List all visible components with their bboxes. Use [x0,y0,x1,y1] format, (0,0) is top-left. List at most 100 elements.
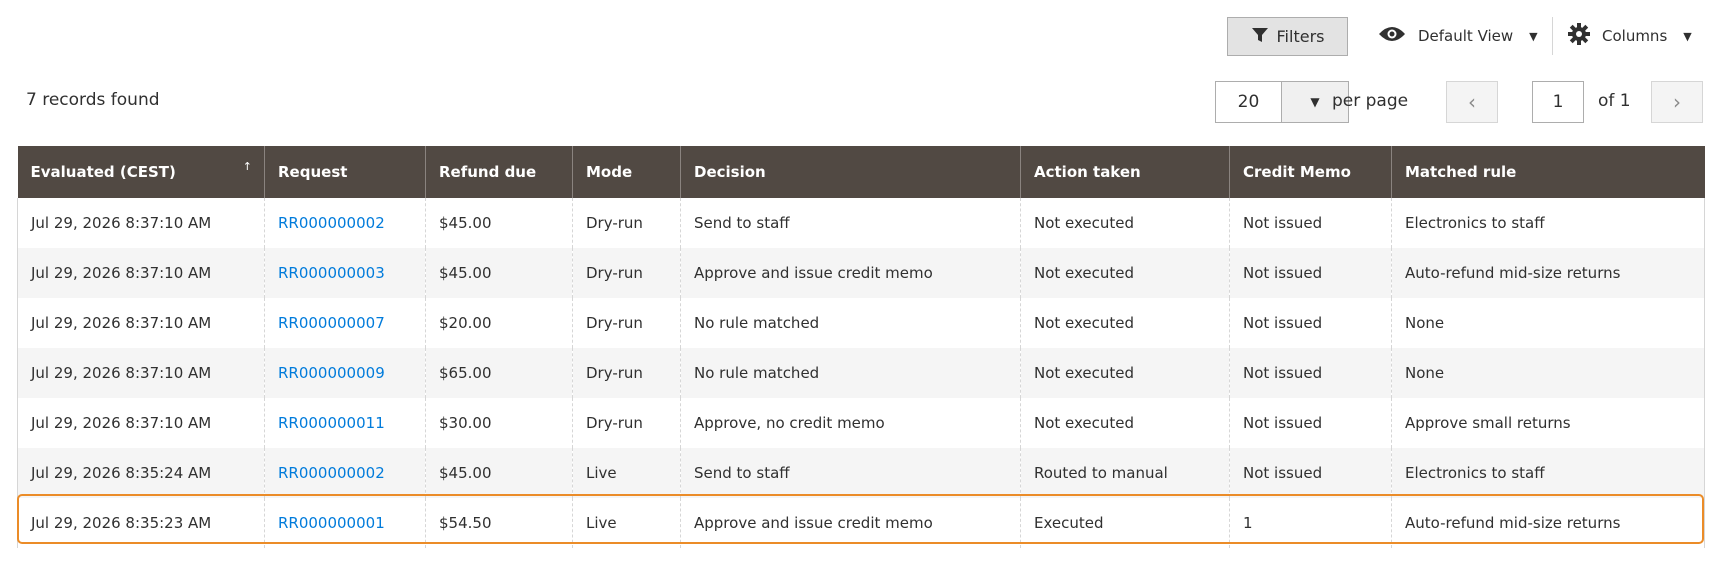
cell-refund-due: $45.00 [425,198,573,248]
toolbar-divider [1552,17,1553,55]
cell-decision: Approve and issue credit memo [680,248,1021,298]
cell-action-taken: Not executed [1020,398,1230,448]
cell-credit-memo: Not issued [1229,398,1392,448]
filters-label: Filters [1276,27,1325,46]
cell-mode: Dry-run [572,398,681,448]
request-link[interactable]: RR000000009 [278,364,385,382]
request-link[interactable]: RR000000002 [278,464,385,482]
cell-credit-memo: Not issued [1229,298,1392,348]
column-header-mode[interactable]: Mode [572,146,681,198]
cell-mode: Live [572,448,681,498]
default-view-label: Default View [1418,27,1514,45]
cell-request: RR000000001 [264,498,426,548]
funnel-icon [1251,26,1269,48]
column-header-matched-rule[interactable]: Matched rule [1391,146,1705,198]
cell-decision: Send to staff [680,448,1021,498]
cell-request: RR000000002 [264,448,426,498]
filters-button[interactable]: Filters [1227,17,1348,56]
columns-button[interactable]: Columns ▼ [1568,20,1692,52]
cell-refund-due: $20.00 [425,298,573,348]
cell-action-taken: Not executed [1020,198,1230,248]
cell-action-taken: Routed to manual [1020,448,1230,498]
chevron-right-icon: › [1673,90,1681,114]
cell-evaluated: Jul 29, 2026 8:37:10 AM [17,398,265,448]
next-page-button[interactable]: › [1651,81,1703,123]
table-row[interactable]: Jul 29, 2026 8:35:24 AM RR000000002 $45.… [17,448,1705,498]
default-view-button[interactable]: Default View ▼ [1378,20,1538,52]
previous-page-button[interactable]: ‹ [1446,81,1498,123]
cell-action-taken: Executed [1020,498,1230,548]
cell-credit-memo: Not issued [1229,198,1392,248]
cell-request: RR000000003 [264,248,426,298]
cell-credit-memo: Not issued [1229,348,1392,398]
cell-action-taken: Not executed [1020,248,1230,298]
cell-evaluated: Jul 29, 2026 8:37:10 AM [17,248,265,298]
cell-request: RR000000007 [264,298,426,348]
cell-request: RR000000009 [264,348,426,398]
cell-matched-rule: Auto-refund mid-size returns [1391,248,1705,298]
request-link[interactable]: RR000000002 [278,214,385,232]
table-row[interactable]: Jul 29, 2026 8:37:10 AM RR000000007 $20.… [17,298,1705,348]
cell-decision: No rule matched [680,298,1021,348]
cell-decision: No rule matched [680,348,1021,398]
cell-matched-rule: Electronics to staff [1391,448,1705,498]
cell-refund-due: $30.00 [425,398,573,448]
cell-decision: Send to staff [680,198,1021,248]
cell-refund-due: $65.00 [425,348,573,398]
chevron-down-icon: ▼ [1310,95,1320,109]
cell-request: RR000000011 [264,398,426,448]
cell-action-taken: Not executed [1020,298,1230,348]
records-count: 7 records found [26,90,160,110]
sort-ascending-icon: ↑ [242,160,252,173]
cell-decision: Approve and issue credit memo [680,498,1021,548]
cell-matched-rule: Electronics to staff [1391,198,1705,248]
page-total-label: of 1 [1598,91,1631,111]
cell-action-taken: Not executed [1020,348,1230,398]
cell-evaluated: Jul 29, 2026 8:37:10 AM [17,198,265,248]
column-header-decision[interactable]: Decision [680,146,1021,198]
chevron-left-icon: ‹ [1468,90,1476,114]
cell-evaluated: Jul 29, 2026 8:37:10 AM [17,298,265,348]
cell-mode: Dry-run [572,248,681,298]
table-row[interactable]: Jul 29, 2026 8:37:10 AM RR000000002 $45.… [17,198,1705,248]
request-link[interactable]: RR000000003 [278,264,385,282]
request-link[interactable]: RR000000001 [278,514,385,532]
cell-mode: Dry-run [572,348,681,398]
request-link[interactable]: RR000000007 [278,314,385,332]
cell-matched-rule: Approve small returns [1391,398,1705,448]
column-header-evaluated[interactable]: Evaluated (CEST) ↑ [17,146,265,198]
cell-refund-due: $45.00 [425,248,573,298]
per-page-value: 20 [1216,82,1282,122]
cell-matched-rule: Auto-refund mid-size returns [1391,498,1705,548]
gear-icon [1568,23,1590,49]
chevron-down-icon: ▼ [1529,29,1538,43]
column-header-refund-due[interactable]: Refund due [425,146,573,198]
columns-label: Columns [1602,27,1668,45]
request-link[interactable]: RR000000011 [278,414,385,432]
cell-refund-due: $45.00 [425,448,573,498]
per-page-select[interactable]: 20 ▼ [1215,81,1349,123]
cell-credit-memo: Not issued [1229,248,1392,298]
column-header-credit-memo[interactable]: Credit Memo [1229,146,1392,198]
cell-evaluated: Jul 29, 2026 8:37:10 AM [17,348,265,398]
grid-toolbar: Filters Default View ▼ Columns ▼ [0,0,1720,72]
cell-mode: Dry-run [572,198,681,248]
table-row[interactable]: Jul 29, 2026 8:37:10 AM RR000000009 $65.… [17,348,1705,398]
page-number-input[interactable]: 1 [1532,81,1584,123]
eye-icon [1378,25,1406,47]
table-row-selected[interactable]: Jul 29, 2026 8:35:23 AM RR000000001 $54.… [17,498,1705,548]
cell-evaluated: Jul 29, 2026 8:35:23 AM [17,498,265,548]
cell-mode: Dry-run [572,298,681,348]
table-row[interactable]: Jul 29, 2026 8:37:10 AM RR000000011 $30.… [17,398,1705,448]
cell-refund-due: $54.50 [425,498,573,548]
cell-matched-rule: None [1391,298,1705,348]
per-page-label: per page [1332,91,1409,111]
cell-credit-memo: 1 [1229,498,1392,548]
column-header-action-taken[interactable]: Action taken [1020,146,1230,198]
cell-evaluated: Jul 29, 2026 8:35:24 AM [17,448,265,498]
cell-matched-rule: None [1391,348,1705,398]
column-header-request[interactable]: Request [264,146,426,198]
cell-credit-memo: Not issued [1229,448,1392,498]
table-row[interactable]: Jul 29, 2026 8:37:10 AM RR000000003 $45.… [17,248,1705,298]
cell-request: RR000000002 [264,198,426,248]
